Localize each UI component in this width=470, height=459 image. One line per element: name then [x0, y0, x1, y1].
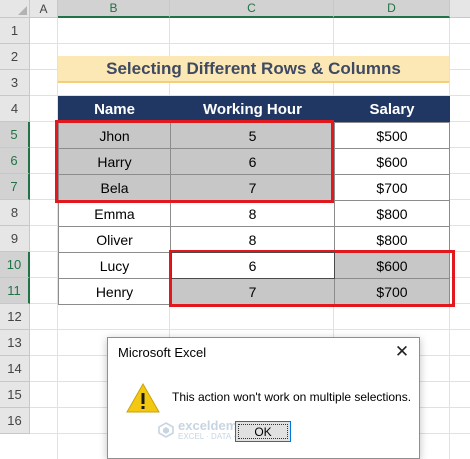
watermark-icon [158, 422, 174, 438]
table-cell[interactable]: $600 [334, 148, 450, 175]
table-cell[interactable]: 6 [170, 148, 335, 175]
sheet-title: Selecting Different Rows & Columns [58, 56, 449, 83]
table-cell[interactable]: Bela [58, 174, 171, 201]
row-header-5[interactable]: 5 [0, 122, 30, 148]
table-cell[interactable]: 8 [170, 226, 335, 253]
dialog-close-button[interactable]: ✕ [385, 338, 419, 366]
dialog-title: Microsoft Excel [118, 345, 207, 360]
table-cell[interactable]: Lucy [58, 252, 171, 279]
table-header-salary[interactable]: Salary [334, 96, 450, 123]
row-header-15[interactable]: 15 [0, 382, 30, 408]
dialog-message: This action won't work on multiple selec… [172, 390, 412, 404]
row-header-11[interactable]: 11 [0, 278, 30, 304]
table-cell[interactable]: $800 [334, 226, 450, 253]
table-cell[interactable]: 6 [170, 252, 335, 279]
row-header-2[interactable]: 2 [0, 44, 30, 70]
row-header-6[interactable]: 6 [0, 148, 30, 174]
table-header-name[interactable]: Name [58, 96, 171, 123]
table-cell[interactable]: $600 [334, 252, 450, 279]
column-header-c[interactable]: C [170, 0, 334, 18]
row-header-8[interactable]: 8 [0, 200, 30, 226]
table-cell[interactable]: Oliver [58, 226, 171, 253]
grid-line [30, 43, 470, 44]
table-cell[interactable]: $500 [334, 122, 450, 149]
column-header-d[interactable]: D [334, 0, 450, 18]
row-header-12[interactable]: 12 [0, 304, 30, 330]
table-cell[interactable]: 8 [170, 200, 335, 227]
row-header-4[interactable]: 4 [0, 96, 30, 122]
table-header-working-hour[interactable]: Working Hour [170, 96, 335, 123]
row-header-3[interactable]: 3 [0, 70, 30, 96]
select-all-triangle-icon [18, 6, 27, 15]
spreadsheet[interactable]: A B C D 1 2 3 4 5 6 7 8 9 10 11 12 13 14 15 16 Selectin… [0, 0, 470, 459]
select-all-button[interactable] [0, 0, 30, 18]
row-header-13[interactable]: 13 [0, 330, 30, 356]
excel-dialog: Microsoft Excel ✕ This action won't work… [107, 337, 420, 459]
table-cell[interactable]: 7 [170, 278, 335, 305]
row-header-1[interactable]: 1 [0, 18, 30, 44]
watermark-logo: exceldemy EXCEL · DATA · BI [158, 419, 245, 441]
table-cell[interactable]: Emma [58, 200, 171, 227]
row-header-16[interactable]: 16 [0, 408, 30, 434]
ok-button[interactable]: OK [235, 421, 291, 442]
column-header-b[interactable]: B [58, 0, 170, 18]
column-header-e[interactable] [450, 0, 470, 18]
table-cell[interactable]: 7 [170, 174, 335, 201]
table-cell[interactable]: 5 [170, 122, 335, 149]
ok-focus-ring [238, 424, 288, 439]
row-header-9[interactable]: 9 [0, 226, 30, 252]
table-cell[interactable]: Harry [58, 148, 171, 175]
row-header-14[interactable]: 14 [0, 356, 30, 382]
row-header-7[interactable]: 7 [0, 174, 30, 200]
table-cell[interactable]: $700 [334, 278, 450, 305]
row-header-10[interactable]: 10 [0, 252, 30, 278]
table-cell[interactable]: Jhon [58, 122, 171, 149]
column-header-a[interactable]: A [30, 0, 58, 18]
table-cell[interactable]: $800 [334, 200, 450, 227]
warning-icon [126, 382, 160, 413]
table-cell[interactable]: Henry [58, 278, 171, 305]
table-cell[interactable]: $700 [334, 174, 450, 201]
grid-line [30, 329, 470, 330]
